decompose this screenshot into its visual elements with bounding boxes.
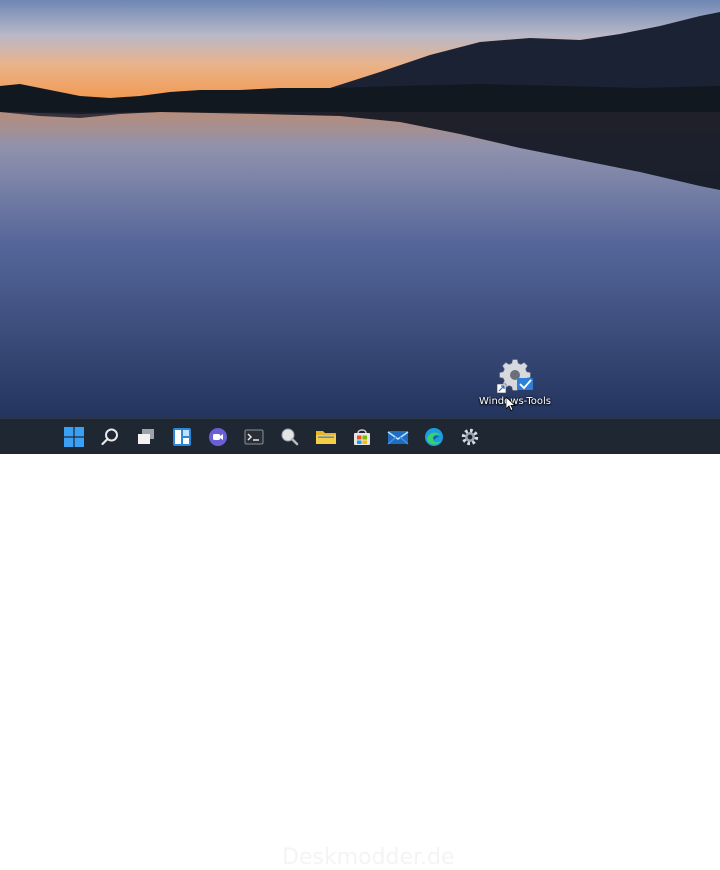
settings-button[interactable] bbox=[452, 420, 488, 454]
windows-logo-icon bbox=[64, 427, 84, 447]
mail-button[interactable] bbox=[380, 420, 416, 454]
watermark-text: Deskmodder.de bbox=[282, 845, 455, 870]
task-view-button[interactable] bbox=[128, 420, 164, 454]
desktop[interactable]: Windows-Tools bbox=[0, 0, 720, 418]
chat-button[interactable] bbox=[200, 420, 236, 454]
gear-icon bbox=[495, 358, 535, 394]
magnifier-app-icon bbox=[281, 428, 299, 446]
edge-button[interactable] bbox=[416, 420, 452, 454]
taskbar: Deskmodder.de bbox=[0, 418, 720, 870]
terminal-button[interactable] bbox=[236, 420, 272, 454]
mouse-cursor-icon bbox=[506, 397, 516, 411]
taskbar-pinned-apps bbox=[56, 419, 488, 455]
folder-icon bbox=[316, 431, 336, 444]
wallpaper-lake-sunset bbox=[0, 0, 720, 418]
store-icon bbox=[354, 429, 370, 445]
search-app-button[interactable] bbox=[272, 420, 308, 454]
store-button[interactable] bbox=[344, 420, 380, 454]
widgets-button[interactable] bbox=[164, 420, 200, 454]
task-view-icon bbox=[138, 429, 154, 444]
teams-chat-icon bbox=[209, 428, 227, 446]
edge-icon bbox=[425, 428, 443, 446]
file-explorer-button[interactable] bbox=[308, 420, 344, 454]
start-button[interactable] bbox=[56, 420, 92, 454]
terminal-icon bbox=[244, 429, 264, 445]
search-icon bbox=[101, 428, 118, 446]
widgets-icon bbox=[173, 428, 191, 446]
gear-icon bbox=[461, 428, 479, 446]
mail-icon bbox=[387, 431, 409, 445]
search-button[interactable] bbox=[92, 420, 128, 454]
